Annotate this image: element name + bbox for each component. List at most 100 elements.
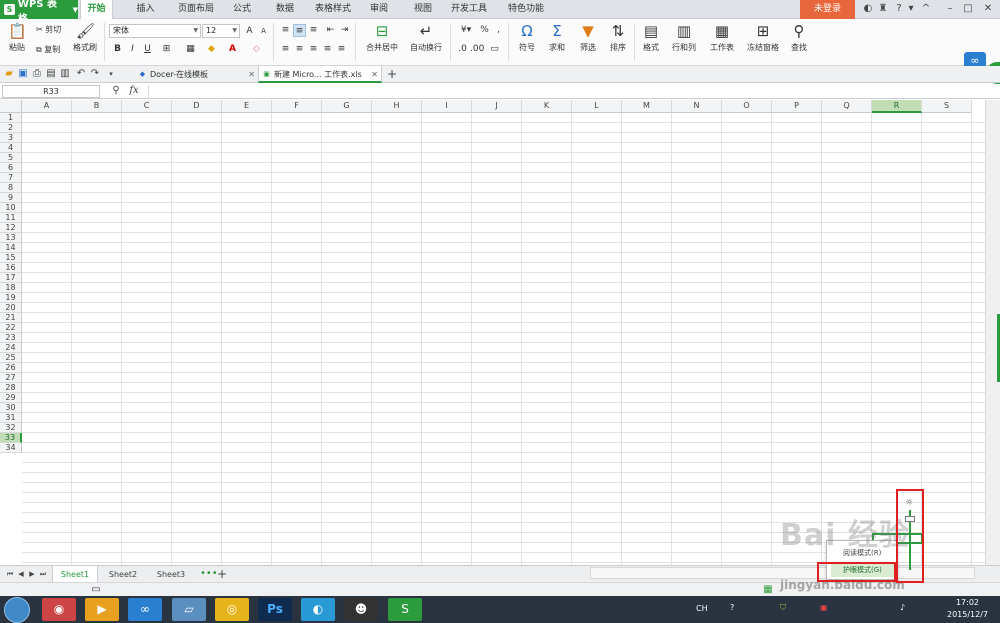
filter-button[interactable]: ▼ 筛选 [574, 23, 602, 53]
cloud-app-icon[interactable]: ∞ [128, 598, 162, 621]
row-header[interactable]: 33 [0, 433, 22, 443]
align-bottom-icon[interactable]: ≡ [307, 24, 320, 37]
menu-tab[interactable]: 视图 [405, 0, 441, 19]
row-header[interactable]: 15 [0, 253, 22, 263]
indent-increase-icon[interactable]: ⇥ [338, 24, 351, 37]
formula-input[interactable] [148, 85, 998, 98]
close-icon[interactable]: ✕ [982, 3, 994, 15]
row-header[interactable]: 26 [0, 363, 22, 373]
column-header[interactable]: C [122, 100, 172, 113]
percent-button[interactable]: % [478, 24, 491, 37]
row-header[interactable]: 24 [0, 343, 22, 353]
border-icon[interactable]: ⊞ [160, 43, 173, 56]
row-header[interactable]: 4 [0, 143, 22, 153]
row-header[interactable]: 7 [0, 173, 22, 183]
row-header[interactable]: 28 [0, 383, 22, 393]
cut-button[interactable]: ✂ 剪切 [36, 24, 61, 35]
row-header[interactable]: 10 [0, 203, 22, 213]
normal-view-icon[interactable]: ▦ [762, 584, 774, 596]
row-header[interactable]: 8 [0, 183, 22, 193]
row-header[interactable]: 14 [0, 243, 22, 253]
more-sheets-icon[interactable]: ••• [200, 568, 218, 580]
menu-tab[interactable]: 插入 [128, 0, 163, 19]
paste-button[interactable]: 📋 粘贴 [4, 23, 30, 53]
menu-tab[interactable]: 审阅 [361, 0, 397, 19]
row-header[interactable]: 32 [0, 423, 22, 433]
select-all-corner[interactable] [0, 100, 22, 113]
column-header[interactable]: R [872, 100, 922, 113]
zoom-search-icon[interactable]: ⚲ [110, 85, 122, 97]
help-dropdown-icon[interactable]: ▾ [905, 3, 917, 15]
row-header[interactable]: 21 [0, 313, 22, 323]
copy-button[interactable]: ⧉ 复制 [36, 44, 60, 55]
menu-tab[interactable]: 表格样式 [308, 0, 358, 19]
start-button[interactable] [4, 597, 30, 623]
column-header[interactable]: M [622, 100, 672, 113]
close-tab-icon[interactable]: ✕ [371, 66, 378, 83]
align-right-icon[interactable]: ≡ [307, 43, 320, 56]
row-header[interactable]: 13 [0, 233, 22, 243]
row-header[interactable]: 30 [0, 403, 22, 413]
photoshop-icon[interactable]: Ps [258, 598, 292, 621]
column-header[interactable]: I [422, 100, 472, 113]
column-header[interactable]: F [272, 100, 322, 113]
login-button[interactable]: 未登录 [800, 0, 855, 19]
tray-app-icon[interactable]: ▣ [820, 603, 828, 612]
column-header[interactable]: O [722, 100, 772, 113]
last-sheet-icon[interactable]: ⏭ [37, 568, 49, 580]
row-header[interactable]: 29 [0, 393, 22, 403]
row-header[interactable]: 23 [0, 333, 22, 343]
add-sheet-icon[interactable]: + [216, 568, 228, 580]
sheet-tab[interactable]: Sheet1 [52, 566, 98, 583]
sort-button[interactable]: ⇅ 排序 [604, 23, 632, 53]
font-color-icon[interactable]: A [226, 43, 239, 56]
browser-icon[interactable]: ◎ [215, 598, 249, 621]
column-header[interactable]: N [672, 100, 722, 113]
new-tab-icon[interactable]: + [386, 68, 398, 80]
maximize-icon[interactable]: □ [962, 3, 974, 15]
align-top-icon[interactable]: ≡ [279, 24, 292, 37]
row-header[interactable]: 17 [0, 273, 22, 283]
thousands-icon[interactable]: , [492, 24, 505, 37]
restore-ribbon-icon[interactable]: ^ [920, 3, 932, 15]
column-header[interactable]: Q [822, 100, 872, 113]
help-icon[interactable]: ? [893, 3, 905, 15]
wps-app-menu-button[interactable]: S WPS 表格 ▼ [0, 0, 78, 25]
column-header[interactable]: G [322, 100, 372, 113]
row-header[interactable]: 1 [0, 113, 22, 123]
column-header[interactable]: S [922, 100, 972, 113]
auto-wrap-button[interactable]: ↵ 自动换行 [406, 23, 446, 53]
fx-icon[interactable]: fx [126, 85, 142, 97]
row-header[interactable]: 34 [0, 443, 22, 453]
row-header[interactable]: 9 [0, 193, 22, 203]
row-col-button[interactable]: ▥ 行和列 [667, 23, 701, 53]
align-center-icon[interactable]: ≡ [293, 43, 306, 56]
undo-icon[interactable]: ↶ [75, 68, 87, 80]
symbol-button[interactable]: Ω 符号 [513, 23, 541, 53]
close-tab-icon[interactable]: ✕ [248, 66, 255, 83]
column-header[interactable]: D [172, 100, 222, 113]
media-player-icon[interactable]: ▶ [85, 598, 119, 621]
font-size-select[interactable]: 12 ▼ [202, 24, 240, 38]
clear-format-icon[interactable]: ◇ [250, 43, 263, 56]
increase-decimal-icon[interactable]: .0 [456, 43, 469, 56]
column-header[interactable]: A [22, 100, 72, 113]
underline-button[interactable]: U [141, 43, 154, 56]
sheet-tab[interactable]: Sheet3 [148, 566, 194, 583]
number-format-icon[interactable]: ¥▾ [456, 24, 476, 37]
minimize-icon[interactable]: – [944, 3, 956, 15]
justify-icon[interactable]: ≡ [321, 43, 334, 56]
save-icon[interactable]: ▣ [17, 68, 29, 80]
tray-shield-icon[interactable]: ⛉ [780, 603, 786, 613]
sheet-tab[interactable]: Sheet2 [100, 566, 146, 583]
merge-center-button[interactable]: ⊟ 合并居中 [360, 23, 404, 53]
find-button[interactable]: ⚲ 查找 [785, 23, 813, 53]
column-header[interactable]: H [372, 100, 422, 113]
print-icon[interactable]: ⎙ [31, 68, 43, 80]
row-header[interactable]: 12 [0, 223, 22, 233]
font-grow-icon[interactable]: A [243, 25, 256, 38]
tray-help-icon[interactable]: ? [730, 603, 734, 612]
row-header[interactable]: 27 [0, 373, 22, 383]
file-explorer-icon[interactable]: ▱ [172, 598, 206, 621]
decrease-decimal-icon[interactable]: .00 [470, 43, 484, 56]
